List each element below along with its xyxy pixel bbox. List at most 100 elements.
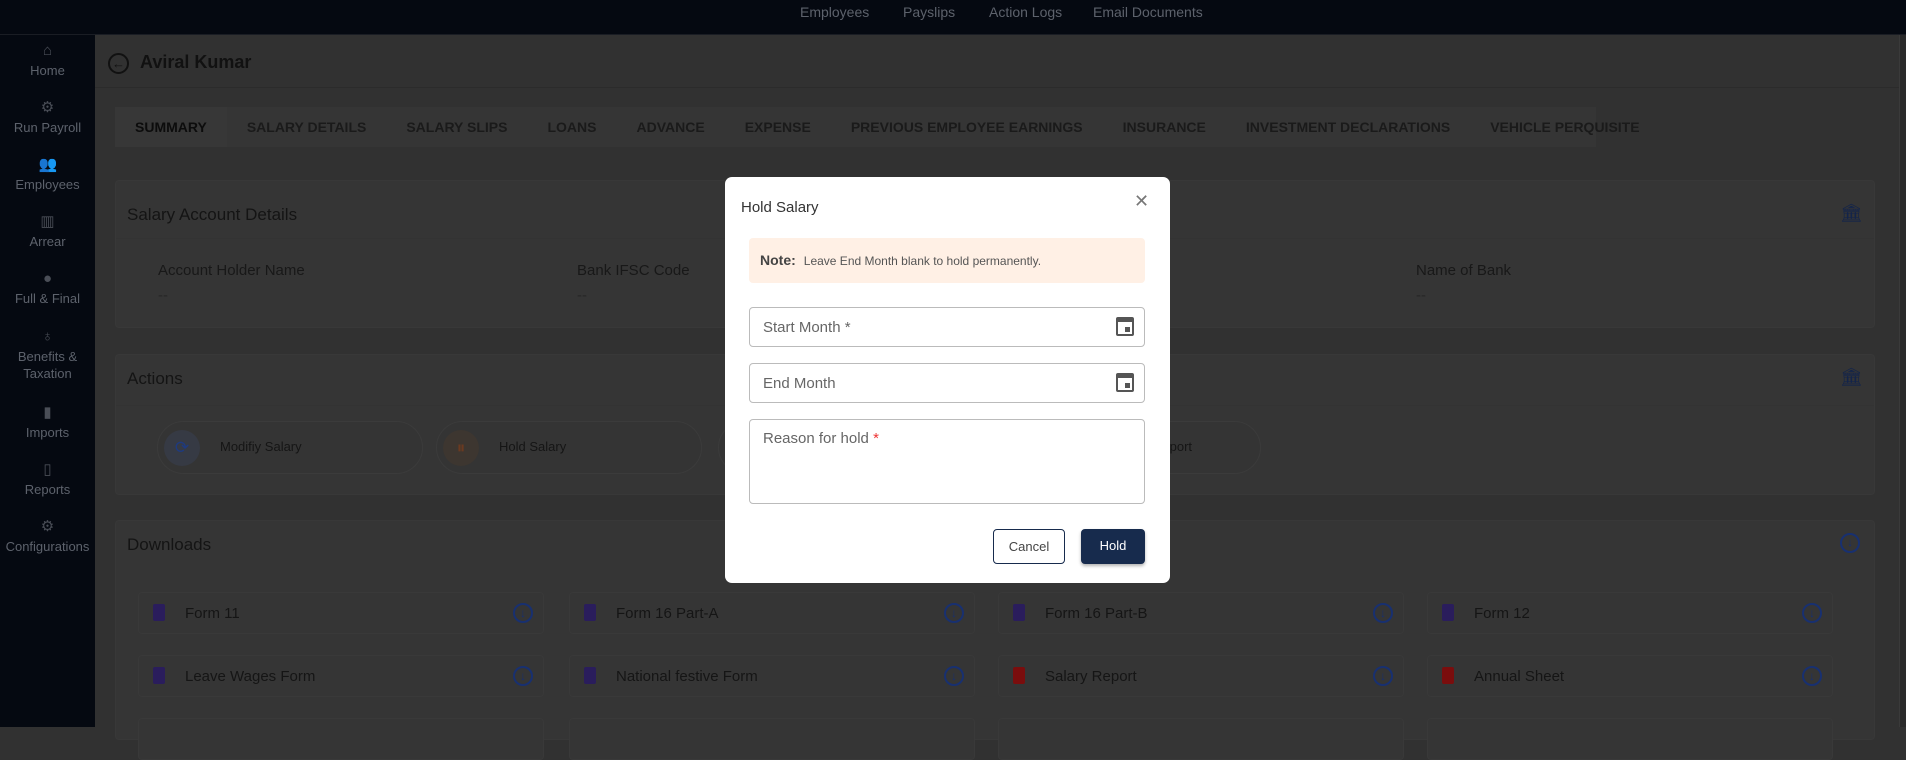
download-icon[interactable]: ↓ [1802, 666, 1822, 686]
note-banner: Note: Leave End Month blank to hold perma… [749, 238, 1145, 283]
topnav-action-logs[interactable]: Action Logs [989, 4, 1062, 20]
hold-salary-modal: Hold Salary ✕ Note: Leave End Month blank… [725, 177, 1170, 583]
topnav-payslips[interactable]: Payslips [903, 4, 955, 20]
close-icon[interactable]: ✕ [1134, 191, 1149, 212]
tab-investment-declarations[interactable]: INVESTMENT DECLARATIONS [1226, 107, 1470, 147]
download-item[interactable]: Form 12 ↓ [1427, 592, 1833, 634]
hold-salary-button[interactable]: ⏸ Hold Salary [436, 421, 702, 474]
download-item[interactable] [998, 718, 1404, 760]
download-icon[interactable]: ↓ [944, 666, 964, 686]
doc-file-icon [584, 667, 596, 684]
sidebar-label: Benefits & Taxation [17, 349, 78, 381]
download-item[interactable]: Form 16 Part-B ↓ [998, 592, 1404, 634]
sidebar-label: Full & Final [14, 291, 81, 306]
back-arrow-icon[interactable]: ← [108, 53, 129, 74]
cancel-button[interactable]: Cancel [993, 529, 1065, 564]
sidebar-item-run-payroll[interactable]: ⚙ Run Payroll [0, 99, 95, 136]
sidebar-item-arrear[interactable]: ▥ Arrear [0, 213, 95, 250]
card-title: Salary Account Details [127, 205, 298, 224]
placeholder: Reason for hold [763, 430, 869, 447]
field-value: -- [577, 287, 587, 304]
sidebar-item-reports[interactable]: ▯ Reports [0, 461, 95, 498]
tab-salary-details[interactable]: SALARY DETAILS [227, 107, 387, 147]
sidebar-item-configurations[interactable]: ⚙ Configurations [0, 518, 95, 555]
placeholder: Start Month * [763, 319, 851, 336]
bank-icon[interactable]: 🏛 [1840, 203, 1863, 223]
doc-file-icon [153, 667, 165, 684]
sidebar-item-home[interactable]: ⌂ Home [0, 42, 95, 79]
download-item[interactable]: Form 11 ↓ [138, 592, 544, 634]
sidebar-label: Arrear [29, 234, 66, 249]
sidebar-label: Reports [24, 482, 71, 497]
download-label: Form 16 Part-B [1045, 605, 1148, 622]
download-icon[interactable]: ↓ [513, 666, 533, 686]
download-label: Annual Sheet [1474, 668, 1565, 685]
field-label: Bank IFSC Code [577, 262, 690, 279]
download-item[interactable]: Leave Wages Form ↓ [138, 655, 544, 697]
sidebar-item-employees[interactable]: 👥 Employees [0, 156, 95, 193]
tab-expense[interactable]: EXPENSE [725, 107, 831, 147]
download-item[interactable]: Salary Report ↓ [998, 655, 1404, 697]
sync-icon: ⟳ [164, 430, 200, 466]
doc-file-icon [1013, 604, 1025, 621]
tab-vehicle-perquisite[interactable]: VEHICLE PERQUISITE [1470, 107, 1659, 147]
field-value: -- [158, 287, 168, 304]
pdf-file-icon [1013, 667, 1025, 684]
moneybag-icon: ♁ [41, 328, 54, 345]
tab-previous-employee-earnings[interactable]: PREVIOUS EMPLOYEE EARNINGS [831, 107, 1103, 147]
home-icon: ⌂ [42, 42, 53, 59]
settings-icon: ⚙ [40, 518, 55, 535]
hold-button[interactable]: Hold [1081, 529, 1145, 564]
sidebar-label: Run Payroll [13, 120, 82, 135]
download-label: Leave Wages Form [185, 668, 316, 685]
topnav-email-documents[interactable]: Email Documents [1093, 4, 1203, 20]
tab-insurance[interactable]: INSURANCE [1103, 107, 1226, 147]
calendar-icon[interactable] [1116, 317, 1134, 336]
reason-textarea[interactable]: Reason for hold * [749, 419, 1145, 504]
tab-bar: SUMMARY SALARY DETAILS SALARY SLIPS LOAN… [115, 107, 1640, 147]
download-item[interactable] [1427, 718, 1833, 760]
money-icon: ▥ [40, 213, 55, 230]
download-item[interactable]: Form 16 Part-A ↓ [569, 592, 975, 634]
end-month-input[interactable]: End Month [749, 363, 1145, 403]
download-icon[interactable]: ↓ [944, 603, 964, 623]
download-item[interactable] [569, 718, 975, 760]
sidebar-label: Configurations [5, 539, 90, 554]
users-icon: 👥 [38, 156, 58, 173]
tab-loans[interactable]: LOANS [527, 107, 616, 147]
sidebar-item-imports[interactable]: ▮ Imports [0, 404, 95, 441]
placeholder: End Month [763, 375, 836, 392]
download-icon[interactable]: ↓ [1840, 533, 1860, 553]
download-icon[interactable]: ↓ [513, 603, 533, 623]
sidebar-item-benefits-taxation[interactable]: ♁ Benefits & Taxation [0, 328, 95, 382]
action-label: Hold Salary [499, 439, 567, 454]
pause-icon: ⏸ [443, 430, 479, 466]
tab-advance[interactable]: ADVANCE [616, 107, 724, 147]
calendar-icon[interactable] [1116, 373, 1134, 392]
doc-file-icon [1442, 604, 1454, 621]
action-label: Modifiy Salary [220, 439, 302, 454]
bank-icon[interactable]: 🏛 [1840, 367, 1863, 387]
download-item[interactable]: Annual Sheet ↓ [1427, 655, 1833, 697]
doc-file-icon [584, 604, 596, 621]
download-item[interactable]: National festive Form ↓ [569, 655, 975, 697]
sidebar-label: Employees [15, 177, 80, 192]
sidebar-item-full-final[interactable]: ● Full & Final [0, 270, 95, 307]
modify-salary-button[interactable]: ⟳ Modifiy Salary [157, 421, 423, 474]
card-title: Downloads [127, 535, 212, 554]
download-icon[interactable]: ↓ [1802, 603, 1822, 623]
tab-summary[interactable]: SUMMARY [115, 107, 227, 147]
note-label: Note: [760, 252, 796, 268]
tab-salary-slips[interactable]: SALARY SLIPS [386, 107, 527, 147]
scrollbar[interactable] [1899, 35, 1906, 727]
file-import-icon: ▮ [43, 404, 52, 421]
download-icon[interactable]: ↓ [1373, 603, 1393, 623]
download-label: Salary Report [1045, 668, 1137, 685]
field-label: Name of Bank [1416, 262, 1512, 279]
start-month-input[interactable]: Start Month * [749, 307, 1145, 347]
download-label: Form 12 [1474, 605, 1530, 622]
download-icon[interactable]: ↓ [1373, 666, 1393, 686]
download-item[interactable] [138, 718, 544, 760]
required-mark: * [873, 430, 879, 447]
topnav-employees[interactable]: Employees [800, 4, 869, 20]
